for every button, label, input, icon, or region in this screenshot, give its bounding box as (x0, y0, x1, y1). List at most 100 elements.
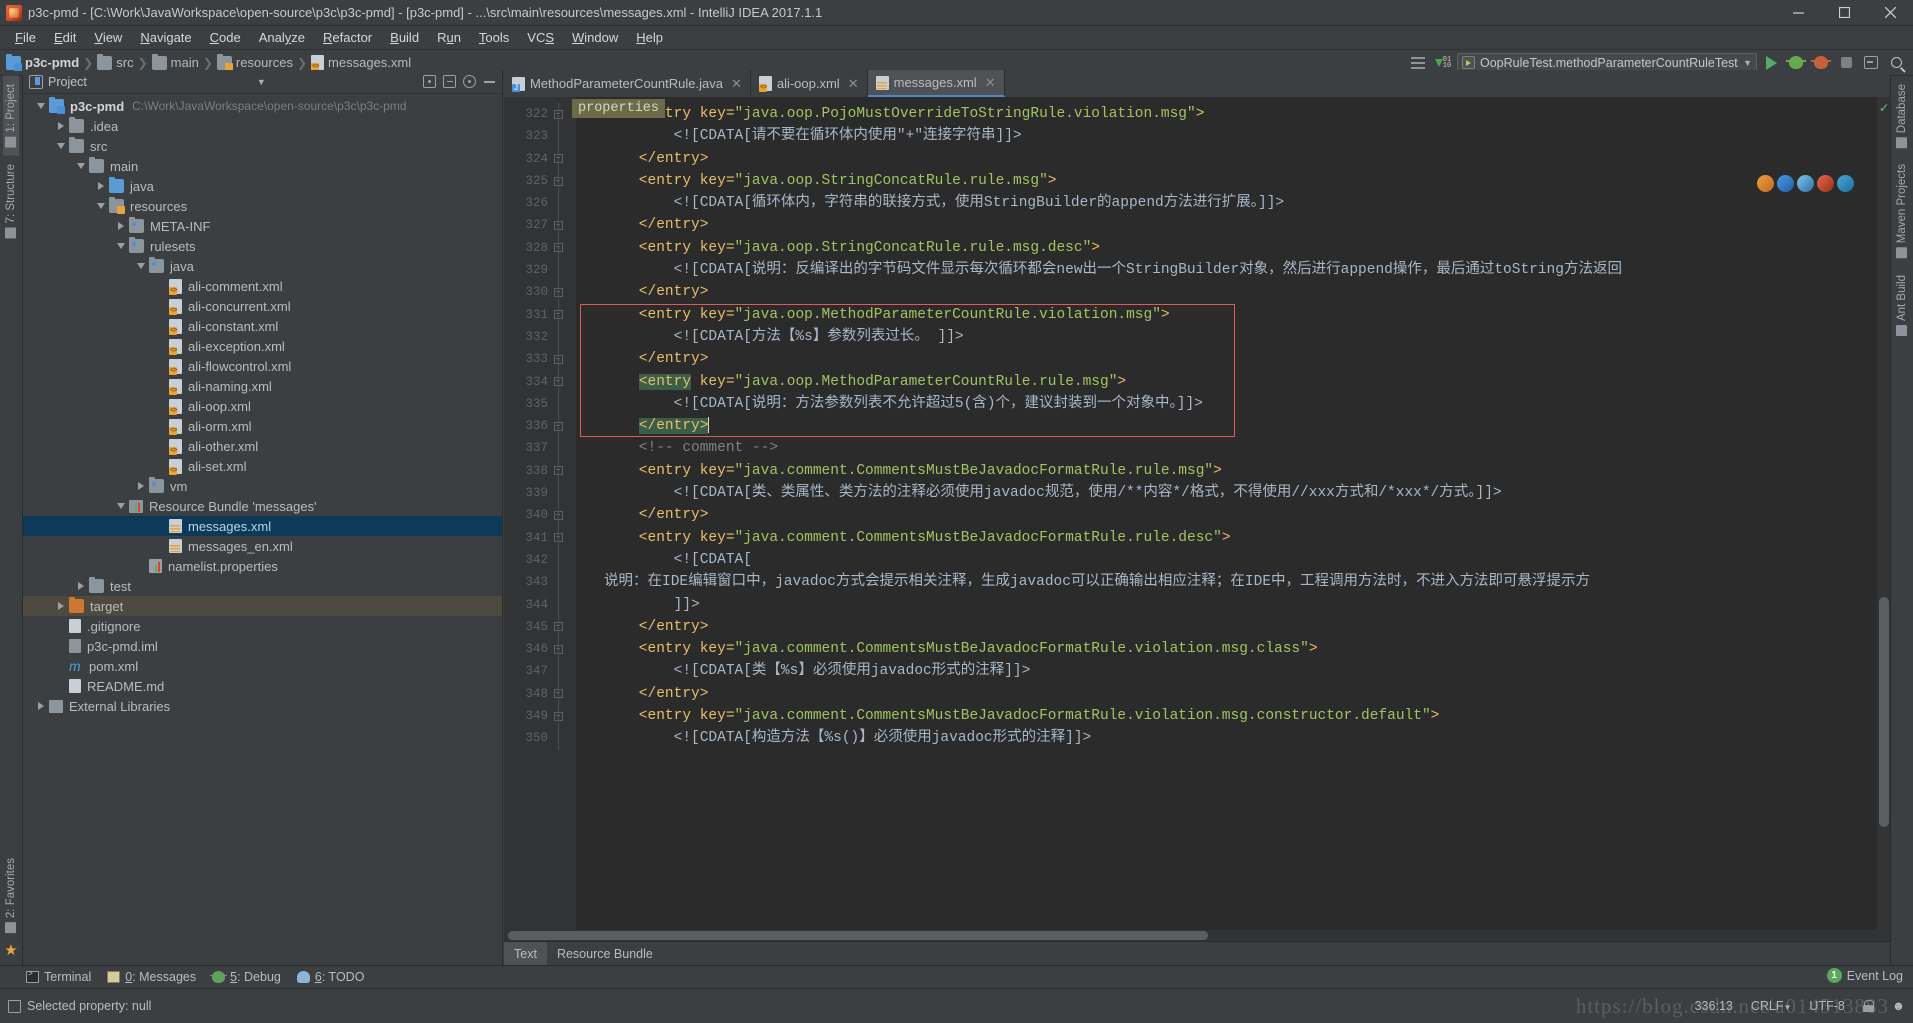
tree-node-ali-exception-xml[interactable]: ali-exception.xml (23, 336, 502, 356)
tree-node-ali-oop-xml[interactable]: ali-oop.xml (23, 396, 502, 416)
tree-twisty-expanded[interactable] (113, 243, 129, 249)
tree-node-resources[interactable]: resources (23, 196, 502, 216)
tree-twisty-expanded[interactable] (113, 503, 129, 509)
tree-node-external-libraries[interactable]: External Libraries (23, 696, 502, 716)
tree-node-rulesets[interactable]: rulesets (23, 236, 502, 256)
menu-edit[interactable]: Edit (45, 28, 85, 47)
code-line[interactable]: <entry key="java.comment.CommentsMustBeJ… (576, 705, 1876, 727)
minimize-button[interactable] (1775, 0, 1821, 26)
collapse-all-icon[interactable] (443, 75, 456, 88)
breadcrumb-item-2[interactable]: main (171, 55, 199, 70)
code-line[interactable]: <entry key="java.comment.CommentsMustBeJ… (576, 527, 1876, 549)
code-line[interactable]: <entry key="java.oop.MethodParameterCoun… (576, 304, 1876, 326)
maximize-button[interactable] (1821, 0, 1867, 26)
tree-twisty-collapsed[interactable] (73, 582, 89, 590)
tree-node-ali-naming-xml[interactable]: ali-naming.xml (23, 376, 502, 396)
breadcrumb-item-1[interactable]: src (116, 55, 133, 70)
browser-ie-icon[interactable] (1837, 175, 1854, 192)
tree-twisty-expanded[interactable] (93, 203, 109, 209)
menu-analyze[interactable]: Analyze (250, 28, 314, 47)
tree-twisty-expanded[interactable] (73, 163, 89, 169)
tree-node-ali-set-xml[interactable]: ali-set.xml (23, 456, 502, 476)
tree-node--idea[interactable]: .idea (23, 116, 502, 136)
tree-twisty-collapsed[interactable] (113, 222, 129, 230)
tree-node-java[interactable]: java (23, 256, 502, 276)
code-line[interactable]: </entry> (576, 415, 1876, 437)
tree-node-ali-constant-xml[interactable]: ali-constant.xml (23, 316, 502, 336)
tab-ali-oop-xml[interactable]: ali-oop.xml ✕ (751, 70, 868, 97)
sidebar-tab-project[interactable]: 1: Project (3, 76, 19, 156)
tab-method-parameter-count-rule-java[interactable]: MethodParameterCountRule.java ✕ (504, 70, 751, 97)
tree-node-ali-flowcontrol-xml[interactable]: ali-flowcontrol.xml (23, 356, 502, 376)
line-separator-widget[interactable]: CRLF▼ (1751, 999, 1792, 1013)
tree-node-src[interactable]: src (23, 136, 502, 156)
error-stripe-marker-bar[interactable]: ✓ (1876, 97, 1890, 930)
tree-node-vm[interactable]: vm (23, 476, 502, 496)
code-line[interactable]: </entry> (576, 504, 1876, 526)
event-log-widget[interactable]: 1 Event Log (1826, 968, 1903, 983)
code-line[interactable]: <![CDATA[循环体内，字符串的联接方式，使用StringBuilder的a… (576, 192, 1876, 214)
star-icon[interactable]: ★ (4, 941, 17, 959)
tree-node-ali-other-xml[interactable]: ali-other.xml (23, 436, 502, 456)
tab-resource-bundle[interactable]: Resource Bundle (547, 942, 663, 965)
horizontal-scrollbar-thumb[interactable] (508, 931, 1208, 940)
menu-tools[interactable]: Tools (470, 28, 518, 47)
scroll-from-source-icon[interactable] (423, 75, 436, 88)
close-icon[interactable]: ✕ (731, 76, 742, 92)
tree-node-java[interactable]: java (23, 176, 502, 196)
sidebar-tab-ant[interactable]: Ant Build (1894, 267, 1910, 344)
code-line[interactable]: <![CDATA[请不要在循环体内使用"+"连接字符串]]> (576, 125, 1876, 147)
hide-panel-icon[interactable] (483, 75, 496, 88)
code-line[interactable]: </entry> (576, 616, 1876, 638)
intention-bulb-icon[interactable] (582, 418, 596, 434)
browser-firefox-icon[interactable] (1817, 175, 1834, 192)
tree-node-main[interactable]: main (23, 156, 502, 176)
tree-node-p3c-pmd-iml[interactable]: p3c-pmd.iml (23, 636, 502, 656)
horizontal-scrollbar[interactable] (504, 930, 1890, 941)
browser-chrome-icon[interactable] (1757, 175, 1774, 192)
breadcrumb-item-4[interactable]: messages.xml (328, 55, 411, 70)
code-line[interactable]: 说明：在IDE编辑窗口中，javadoc方式会提示相关注释，生成javadoc可… (576, 571, 1876, 593)
code-line[interactable]: <entry key="java.oop.StringConcatRule.ru… (576, 237, 1876, 259)
tool-button-terminal[interactable]: Terminal (26, 970, 91, 984)
code-line[interactable]: </entry> (576, 148, 1876, 170)
code-line[interactable]: <![CDATA[构造方法【%s()】必须使用javadoc形式的注释]]> (576, 727, 1876, 749)
sidebar-tab-structure[interactable]: 7: Structure (3, 156, 19, 246)
tree-node-resource-bundle-messages-[interactable]: Resource Bundle 'messages' (23, 496, 502, 516)
tab-text[interactable]: Text (504, 942, 547, 965)
code-line[interactable]: <![CDATA[说明：方法参数列表不允许超过5(含)个，建议封装到一个对象中。… (576, 393, 1876, 415)
project-tree[interactable]: p3c-pmd C:\Work\JavaWorkspace\open-source… (23, 94, 502, 965)
code-line[interactable]: <entry key="java.oop.MethodParameterCoun… (576, 371, 1876, 393)
tree-node--gitignore[interactable]: .gitignore (23, 616, 502, 636)
code-line[interactable]: <entry key="java.comment.CommentsMustBeJ… (576, 638, 1876, 660)
code-line[interactable]: <![CDATA[说明：反编译出的字节码文件显示每次循环都会new出一个Stri… (576, 259, 1876, 281)
tree-twisty-collapsed[interactable] (93, 182, 109, 190)
tree-node-pom-xml[interactable]: m pom.xml (23, 656, 502, 676)
menu-navigate[interactable]: Navigate (131, 28, 200, 47)
menu-window[interactable]: Window (563, 28, 627, 47)
fold-column[interactable]: −−−−−−−−−−−−−−−−− (550, 103, 566, 750)
code-line[interactable]: <entry key="java.comment.CommentsMustBeJ… (576, 460, 1876, 482)
tree-node-ali-concurrent-xml[interactable]: ali-concurrent.xml (23, 296, 502, 316)
menu-build[interactable]: Build (381, 28, 428, 47)
lock-icon[interactable] (1862, 1000, 1875, 1012)
tool-button-messages[interactable]: 0: Messages (107, 970, 196, 984)
close-button[interactable] (1867, 0, 1913, 26)
line-number-gutter[interactable]: 322 323 324 325 326 327 328 329 330 331 332 333 334 3… (504, 97, 576, 930)
code-line[interactable]: <![CDATA[类【%s】必须使用javadoc形式的注释]]> (576, 660, 1876, 682)
code-line[interactable]: <entry key="java.oop.PojoMustOverrideToS… (576, 103, 1876, 125)
sidebar-tab-favorites[interactable]: 2: Favorites (3, 850, 19, 941)
breadcrumb-item-3[interactable]: resources (236, 55, 293, 70)
chevron-down-icon[interactable]: ▼ (257, 77, 266, 87)
menu-vcs[interactable]: VCS (518, 28, 563, 47)
close-icon[interactable]: ✕ (848, 76, 859, 92)
code-line[interactable]: </entry> (576, 214, 1876, 236)
tree-node-ali-comment-xml[interactable]: ali-comment.xml (23, 276, 502, 296)
menu-view[interactable]: View (85, 28, 131, 47)
code-line[interactable]: </entry> (576, 683, 1876, 705)
tool-button-todo[interactable]: 6: TODO (296, 970, 364, 984)
editor-scrollbar-thumb[interactable] (1879, 597, 1889, 827)
tree-node-ali-orm-xml[interactable]: ali-orm.xml (23, 416, 502, 436)
browser-safari-icon[interactable] (1797, 175, 1814, 192)
hector-icon[interactable]: ☻ (1892, 999, 1905, 1013)
